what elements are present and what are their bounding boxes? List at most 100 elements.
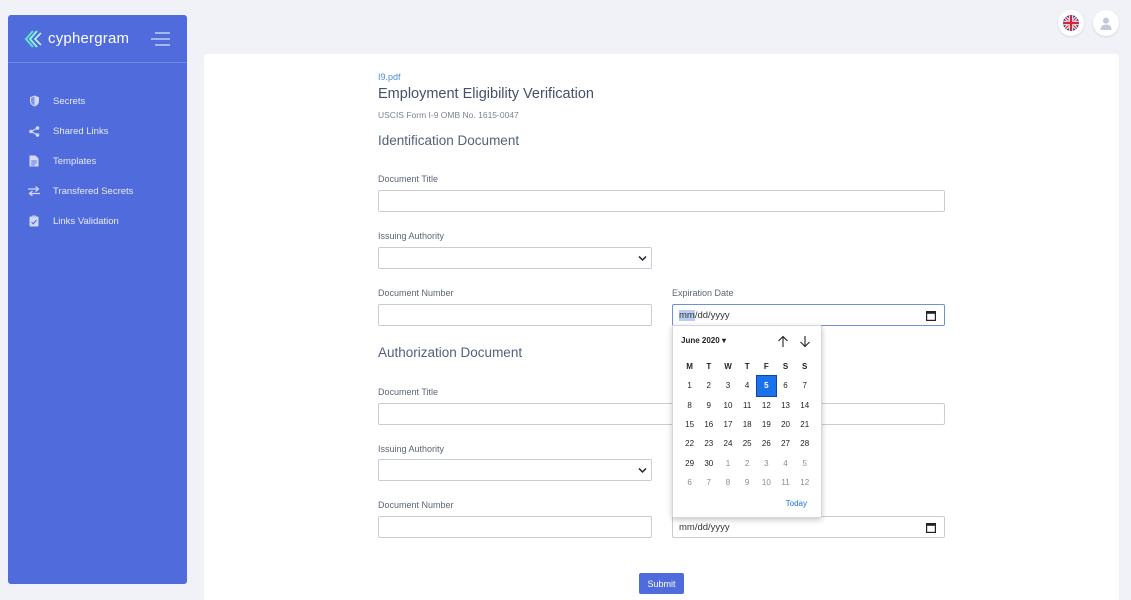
calendar-day[interactable]: 20 (776, 415, 795, 434)
language-button[interactable] (1058, 10, 1084, 36)
calendar-day[interactable]: 11 (738, 396, 757, 415)
calendar-day[interactable]: 21 (795, 415, 814, 434)
calendar-day[interactable]: 30 (699, 453, 718, 472)
calendar-day[interactable]: 16 (699, 415, 718, 434)
calendar-day[interactable]: 15 (680, 415, 699, 434)
calendar-grid: M T W T F S S 1 2 3 4 5 6 7 8 9 10 11 12 13 14 15 16 17 18 19 20 21… (680, 357, 814, 492)
calendar-day[interactable]: 4 (738, 376, 757, 395)
document-title-label: Document Title (378, 174, 439, 184)
previous-month-arrow-icon[interactable] (777, 335, 789, 348)
calendar-day[interactable]: 9 (699, 396, 718, 415)
sidebar: cyphergram Secrets Shared Links Template… (8, 15, 187, 584)
calendar-day-other-month[interactable]: 6 (680, 473, 699, 492)
document-number-input[interactable] (378, 516, 652, 538)
next-month-arrow-icon[interactable] (799, 335, 811, 348)
calendar-day-other-month[interactable]: 1 (718, 453, 737, 472)
calendar-day[interactable]: 13 (776, 396, 795, 415)
issuing-authority-select[interactable] (378, 459, 652, 481)
caret-down-icon: ▾ (721, 336, 726, 345)
calendar-day[interactable]: 18 (738, 415, 757, 434)
document-icon (28, 155, 40, 167)
calendar-day-other-month[interactable]: 2 (738, 453, 757, 472)
calendar-day[interactable]: 7 (795, 376, 814, 395)
weekday-header: S (782, 362, 789, 372)
calendar-day[interactable]: 10 (718, 396, 737, 415)
weekday-header: T (706, 362, 712, 372)
clipboard-check-icon (28, 215, 40, 227)
expiration-date-input[interactable]: mm/dd/yyyy (672, 304, 945, 326)
calendar-day[interactable]: 8 (680, 396, 699, 415)
transfer-icon (28, 185, 40, 197)
issuing-authority-select[interactable] (378, 247, 652, 269)
sidebar-item-links-validation[interactable]: Links Validation (8, 206, 187, 236)
file-link[interactable]: I9.pdf (378, 72, 401, 82)
calendar-day[interactable]: 23 (699, 434, 718, 453)
document-number-input[interactable] (378, 304, 652, 326)
expiration-date-value: mm/dd/yyyy (679, 522, 730, 533)
month-select[interactable]: June 2020 ▾ (681, 336, 726, 345)
calendar-day-other-month[interactable]: 5 (795, 453, 814, 472)
calendar-day[interactable]: 28 (795, 434, 814, 453)
weekday-header: S (802, 362, 808, 372)
sidebar-item-label: Links Validation (53, 215, 119, 227)
calendar-day-other-month[interactable]: 8 (718, 473, 737, 492)
expiration-date-value: mm/dd/yyyy (679, 310, 730, 321)
user-menu-button[interactable] (1093, 10, 1119, 36)
section-title-identification: Identification Document (378, 133, 520, 148)
calendar-icon[interactable] (926, 310, 936, 321)
calendar-day-other-month[interactable]: 3 (757, 453, 776, 472)
document-title-input[interactable] (378, 403, 945, 425)
calendar-day-other-month[interactable]: 7 (699, 473, 718, 492)
form-subtitle: USCIS Form I-9 OMB No. 1615-0047 (378, 110, 519, 120)
calendar-day[interactable]: 14 (795, 396, 814, 415)
calendar-day[interactable]: 29 (680, 453, 699, 472)
calendar-day[interactable]: 17 (718, 415, 737, 434)
calendar-day[interactable]: 19 (757, 415, 776, 434)
sidebar-item-secrets[interactable]: Secrets (8, 86, 187, 116)
weekday-header: F (763, 362, 769, 372)
submit-button[interactable]: Submit (639, 573, 684, 594)
weekday-header: T (744, 362, 750, 372)
menu-toggle-icon[interactable] (151, 32, 170, 46)
document-title-input[interactable] (378, 190, 945, 212)
expiration-date-input[interactable]: mm/dd/yyyy (672, 516, 945, 538)
weekday-header: W (724, 362, 732, 372)
calendar-day-other-month[interactable]: 11 (776, 473, 795, 492)
user-icon (1100, 17, 1112, 30)
chevron-down-icon (638, 467, 647, 474)
calendar-day[interactable]: 25 (738, 434, 757, 453)
chevron-down-icon (638, 255, 647, 262)
document-title-label: Document Title (378, 387, 439, 397)
shield-icon (28, 95, 40, 107)
sidebar-item-templates[interactable]: Templates (8, 146, 187, 176)
calendar-day[interactable]: 1 (680, 376, 699, 395)
calendar-day[interactable]: 12 (757, 396, 776, 415)
sidebar-item-shared-links[interactable]: Shared Links (8, 116, 187, 146)
calendar-day-other-month[interactable]: 4 (776, 453, 795, 472)
calendar-day[interactable]: 2 (699, 376, 718, 395)
calendar-day[interactable]: 3 (718, 376, 737, 395)
sidebar-item-transfered-secrets[interactable]: Transfered Secrets (8, 176, 187, 206)
calendar-day[interactable]: 6 (776, 376, 795, 395)
today-button[interactable]: Today (786, 499, 807, 508)
document-number-label: Document Number (378, 500, 454, 510)
calendar-icon[interactable] (926, 522, 936, 533)
brand-name: cyphergram (48, 30, 130, 47)
calendar-day[interactable]: 22 (680, 434, 699, 453)
calendar-day-other-month[interactable]: 10 (757, 473, 776, 492)
month-label: June 2020 (681, 336, 720, 345)
calendar-day-other-month[interactable]: 9 (738, 473, 757, 492)
date-picker: June 2020 ▾ M T W T F S S 1 2 3 4 5 6 7 8 9 10 11 12 13 14 15… (672, 325, 822, 518)
sidebar-item-label: Secrets (53, 95, 86, 107)
sidebar-item-label: Shared Links (53, 125, 109, 137)
calendar-day[interactable]: 27 (776, 434, 795, 453)
issuing-authority-label: Issuing Authority (378, 231, 445, 241)
brand: cyphergram (8, 15, 187, 63)
calendar-day[interactable]: 26 (757, 434, 776, 453)
calendar-day[interactable]: 24 (718, 434, 737, 453)
document-number-label: Document Number (378, 288, 454, 298)
calendar-day-other-month[interactable]: 12 (795, 473, 814, 492)
calendar-day-selected[interactable]: 5 (755, 375, 777, 397)
weekday-header: M (686, 362, 693, 372)
sidebar-item-label: Templates (53, 155, 97, 167)
